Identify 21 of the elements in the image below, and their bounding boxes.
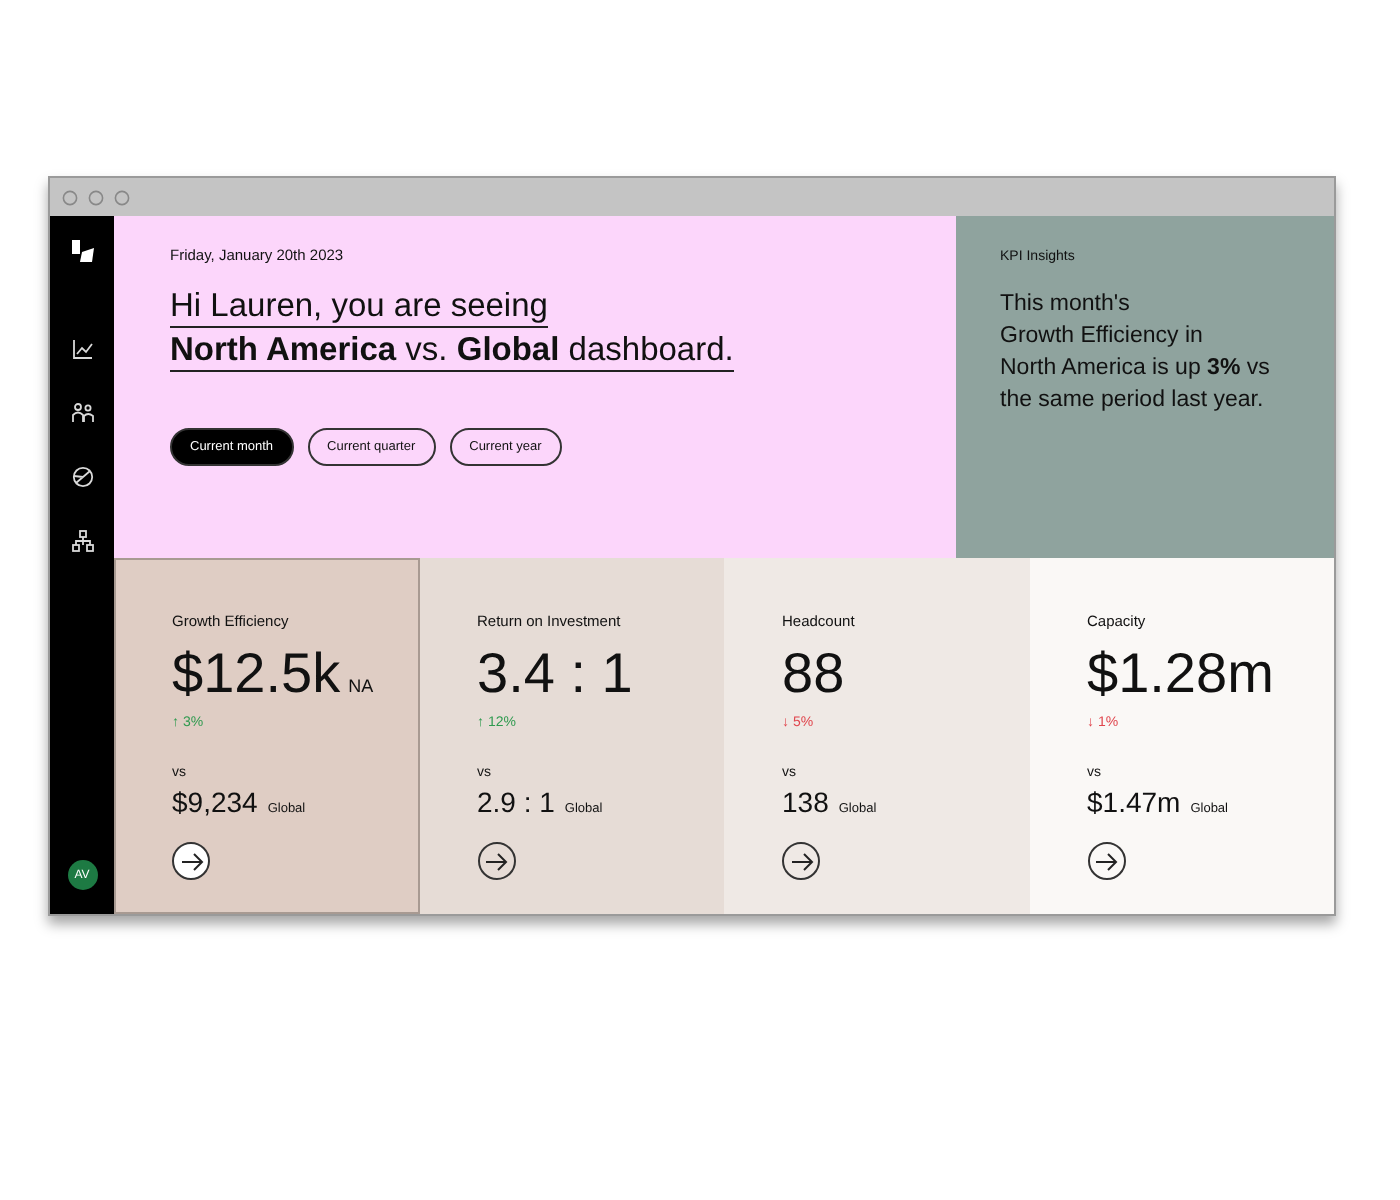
kpi-value: 88 xyxy=(782,640,845,708)
arrow-right-icon[interactable] xyxy=(1087,842,1125,880)
greeting-headline: Hi Lauren, you are seeing North America vs. Global dashboard. xyxy=(170,288,736,372)
window-controls-icon xyxy=(62,189,130,205)
kpi-value: 3.4 : 1 xyxy=(477,640,633,708)
arrow-right-icon[interactable] xyxy=(172,842,210,880)
org-chart-icon[interactable] xyxy=(71,530,93,552)
insight-text: This month's Growth Efficiency in North America is up 3% vs the same period last year. xyxy=(1000,290,1272,416)
chart-icon[interactable] xyxy=(71,338,93,360)
logo-icon xyxy=(71,240,93,262)
kpi-value: $1.28m xyxy=(1087,640,1274,708)
kpi-value: $12.5k xyxy=(172,640,341,708)
arrow-right-icon[interactable] xyxy=(782,842,820,880)
global-value: 2.9 : 1 xyxy=(477,786,555,818)
global-value: $9,234 xyxy=(172,786,258,818)
global-value: 138 xyxy=(782,786,829,818)
pie-chart-icon[interactable] xyxy=(71,466,93,488)
people-icon[interactable] xyxy=(71,402,93,424)
arrow-right-icon[interactable] xyxy=(477,842,515,880)
kpi-unit: NA xyxy=(348,676,374,696)
global-value: $1.47m xyxy=(1087,786,1181,818)
